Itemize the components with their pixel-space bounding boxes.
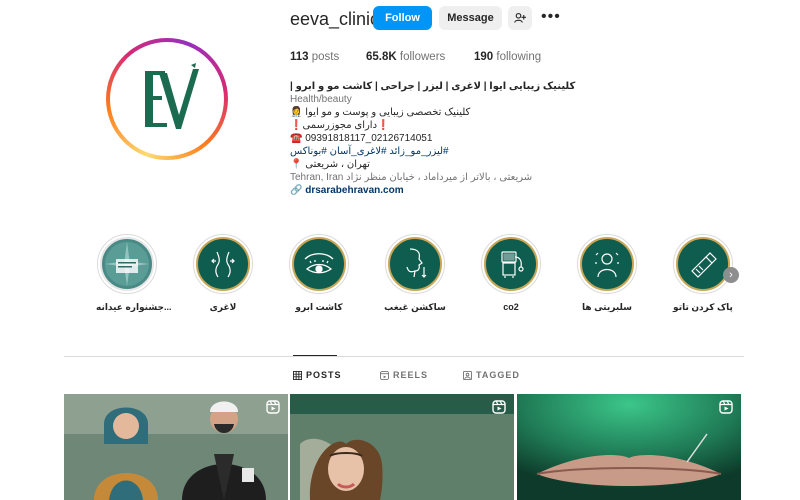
tabs-divider xyxy=(64,356,744,357)
following-label: following xyxy=(496,51,542,63)
post-thumbnail[interactable] xyxy=(290,394,514,500)
following-stat[interactable]: 190 following xyxy=(474,51,541,63)
tab-tagged[interactable]: TAGGED xyxy=(463,370,520,380)
bio-hashtags[interactable]: #لیزر_مو_زائد #لاغری_آسان #بوناکس xyxy=(290,145,590,158)
bio-line-1: کلینیک تخصصی زیبایی و پوست و مو ایوا 👩‍⚕… xyxy=(290,107,471,118)
highlight-label: لاغری xyxy=(209,302,237,312)
festival-image xyxy=(100,237,154,291)
profile-username: eeva_clinic xyxy=(290,9,380,29)
post-thumbnail[interactable] xyxy=(64,394,288,500)
highlight-item[interactable]: ساکشن غبغب xyxy=(384,234,446,313)
highlight-item[interactable]: لاغری xyxy=(192,234,254,313)
post-image xyxy=(517,394,741,500)
highlight-item[interactable]: co2 xyxy=(480,234,542,312)
post-thumbnail[interactable] xyxy=(517,394,741,500)
posts-count: 113 xyxy=(290,51,309,63)
laser-device-icon xyxy=(484,237,538,291)
suggest-user-button[interactable] xyxy=(508,6,532,30)
highlight-item[interactable]: سلبریتی ها xyxy=(576,234,638,313)
reel-badge-icon xyxy=(492,400,506,414)
followers-label: followers xyxy=(399,51,446,63)
post-image xyxy=(64,394,288,500)
tab-reels[interactable]: REELS xyxy=(380,370,428,380)
ev-logo-icon xyxy=(145,63,199,129)
follow-button[interactable]: Follow xyxy=(373,6,432,30)
following-count: 190 xyxy=(474,51,494,63)
profile-avatar[interactable] xyxy=(106,38,228,160)
reel-badge-icon xyxy=(719,400,733,414)
highlight-label: ساکشن غبغب xyxy=(384,302,446,312)
message-button[interactable]: Message xyxy=(439,6,502,30)
tab-posts-label: POSTS xyxy=(306,370,342,380)
highlight-item[interactable]: جشنواره عیدانه... xyxy=(96,234,172,313)
reels-icon xyxy=(380,370,389,380)
active-tab-indicator xyxy=(293,355,337,356)
bio-category: Health/beauty xyxy=(290,94,352,105)
bio-title: کلینیک زیبایی ایوا | لاغری | لیزر | جراح… xyxy=(290,81,576,92)
eyebrow-icon xyxy=(292,237,346,291)
tattoo-removal-icon xyxy=(676,237,730,291)
more-options-icon[interactable]: ••• xyxy=(541,9,561,25)
link-icon: 🔗 xyxy=(290,185,303,196)
profile-bio: کلینیک زیبایی ایوا | لاغری | لیزر | جراح… xyxy=(290,80,590,197)
tagged-icon xyxy=(463,370,472,380)
tab-tagged-label: TAGGED xyxy=(476,370,520,380)
reel-badge-icon xyxy=(266,400,280,414)
posts-stat: 113 posts xyxy=(290,51,339,63)
highlight-label: پاک کردن تاتو xyxy=(673,302,733,312)
post-image xyxy=(290,394,514,500)
face-profile-icon xyxy=(388,237,442,291)
waist-icon xyxy=(196,237,250,291)
tab-reels-label: REELS xyxy=(393,370,429,380)
highlight-item[interactable]: کاشت ابرو xyxy=(288,234,350,313)
bio-link-text: drsarabehravan.com xyxy=(305,185,404,196)
chevron-right-icon: › xyxy=(729,269,733,281)
celebrity-icon xyxy=(580,237,634,291)
bio-address[interactable]: Tehran, Iran شریعتی ، بالاتر از میرداماد… xyxy=(290,171,590,184)
highlights-next-button[interactable]: › xyxy=(723,267,739,283)
add-user-icon xyxy=(514,12,526,23)
highlight-label: co2 xyxy=(503,302,519,312)
bio-link[interactable]: 🔗 drsarabehravan.com xyxy=(290,184,590,197)
followers-count: 65.8K xyxy=(366,51,397,63)
bio-location: تهران ، شریعتی 📍 xyxy=(290,159,370,170)
highlight-label: جشنواره عیدانه... xyxy=(96,302,172,312)
avatar-logo xyxy=(110,42,224,156)
followers-stat[interactable]: 65.8K followers xyxy=(366,51,445,63)
highlight-label: سلبریتی ها xyxy=(581,302,633,312)
bio-phone: ☎️ 09391818117_02126714051 xyxy=(290,133,433,144)
posts-label: posts xyxy=(311,51,340,63)
tab-posts[interactable]: POSTS xyxy=(293,370,342,380)
grid-icon xyxy=(293,370,302,380)
highlight-label: کاشت ابرو xyxy=(295,302,343,312)
bio-line-2: ❗دارای مجوزرسمی❗ xyxy=(290,120,390,131)
